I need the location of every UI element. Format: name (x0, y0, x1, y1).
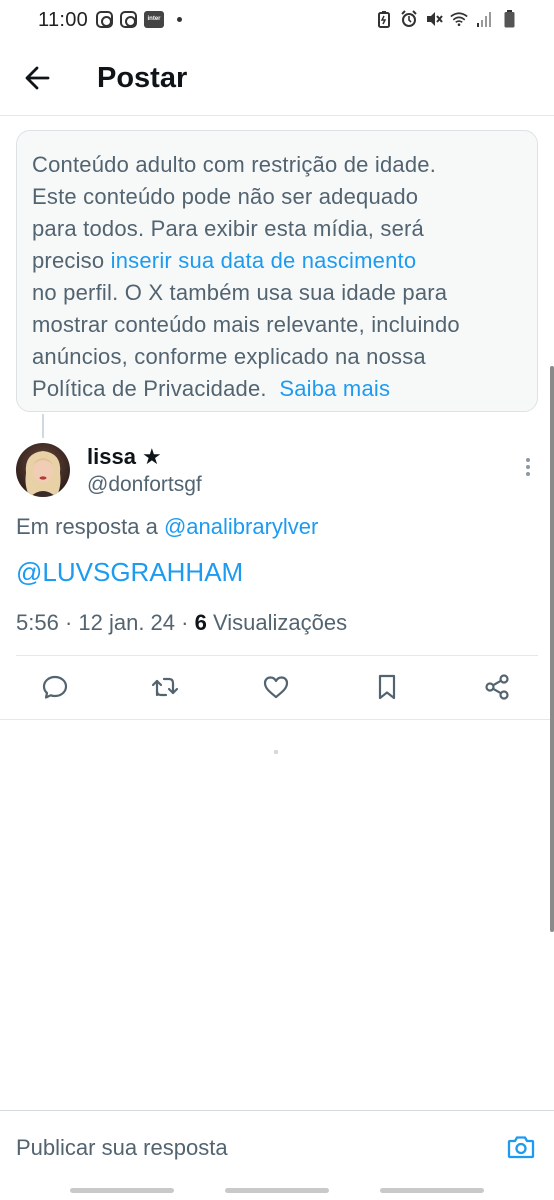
actions-divider (0, 719, 554, 720)
notice-text: mostrar conteúdo mais relevante, incluin… (32, 312, 460, 337)
page-title: Postar (97, 62, 188, 94)
reply-button[interactable] (38, 670, 72, 704)
status-bar: 11:00 inter (0, 0, 554, 42)
bookmark-button[interactable] (370, 670, 404, 704)
instagram-icon (96, 11, 113, 28)
header: Postar (0, 48, 554, 114)
notice-text: preciso (32, 248, 111, 273)
share-button[interactable] (480, 670, 514, 704)
more-vertical-icon (526, 458, 530, 476)
wifi-icon (450, 10, 468, 28)
comment-icon (42, 675, 68, 699)
camera-button[interactable] (506, 1132, 536, 1162)
notice-text: Política de Privacidade. (32, 376, 267, 401)
nav-handle[interactable] (70, 1188, 174, 1193)
nav-handle[interactable] (380, 1188, 484, 1193)
views-count: 6 (194, 610, 207, 635)
notification-dot-icon (177, 17, 182, 22)
notice-text: no perfil. O X também usa sua idade para (32, 280, 448, 305)
scrollbar[interactable] (550, 366, 554, 932)
mute-icon (425, 10, 443, 28)
post-actions (0, 670, 554, 706)
camera-icon (507, 1136, 535, 1159)
avatar[interactable] (16, 443, 70, 497)
reply-input[interactable] (16, 1128, 486, 1168)
signal-icon (475, 10, 493, 28)
header-divider (0, 115, 554, 116)
nav-handle[interactable] (225, 1188, 329, 1193)
post-date: 12 jan. 24 (78, 610, 176, 635)
like-button[interactable] (259, 670, 293, 704)
more-options-button[interactable] (524, 455, 532, 479)
learn-more-link[interactable]: Saiba mais (279, 376, 390, 401)
author-handle[interactable]: @donfortsgf (87, 473, 202, 497)
battery-icon (500, 10, 518, 28)
reply-context: Em resposta a @analibrarylver (16, 514, 318, 540)
instagram-icon (120, 11, 137, 28)
post-time: 5:56 (16, 610, 59, 635)
post-text-mention[interactable]: @LUVSGRAHHAM (16, 557, 243, 588)
reply-prefix: Em resposta a (16, 514, 164, 539)
author-name[interactable]: lissa ★ (87, 444, 162, 470)
alarm-icon (400, 10, 418, 28)
notice-text: para todos. Para exibir esta mídia, será (32, 216, 424, 241)
actions-divider (16, 655, 538, 656)
arrow-left-icon (25, 66, 50, 90)
heart-icon (263, 676, 289, 699)
battery-saver-icon (375, 10, 393, 28)
views-label: Visualizações (212, 610, 348, 635)
status-notification-icons: inter (96, 11, 182, 28)
notice-text: Este conteúdo pode não ser adequado (32, 184, 419, 209)
composer-divider (0, 1110, 554, 1111)
repost-icon (151, 677, 179, 697)
notice-text-line: preciso inserir sua data de nascimento (32, 245, 523, 277)
age-restriction-notice: Conteúdo adulto com restrição de idade. … (16, 130, 538, 412)
notice-text-line: Política de Privacidade. Saiba mais (32, 373, 523, 405)
back-button[interactable] (22, 62, 54, 94)
system-navigation-bar (0, 1188, 554, 1194)
loading-indicator (274, 750, 278, 754)
status-time: 11:00 (38, 9, 89, 31)
repost-button[interactable] (148, 670, 182, 704)
thread-connector (42, 414, 44, 438)
share-icon (485, 674, 509, 700)
status-system-icons (375, 10, 518, 28)
birthdate-link[interactable]: inserir sua data de nascimento (111, 248, 417, 273)
reply-to-handle-link[interactable]: @analibrarylver (164, 514, 318, 539)
inter-app-icon: inter (144, 11, 164, 28)
notice-text: Conteúdo adulto com restrição de idade. (32, 152, 437, 177)
post-metadata: 5:56 · 12 jan. 24 · 6 Visualizações (16, 610, 348, 635)
notice-text: anúncios, conforme explicado na nossa (32, 344, 426, 369)
bookmark-icon (378, 674, 396, 700)
